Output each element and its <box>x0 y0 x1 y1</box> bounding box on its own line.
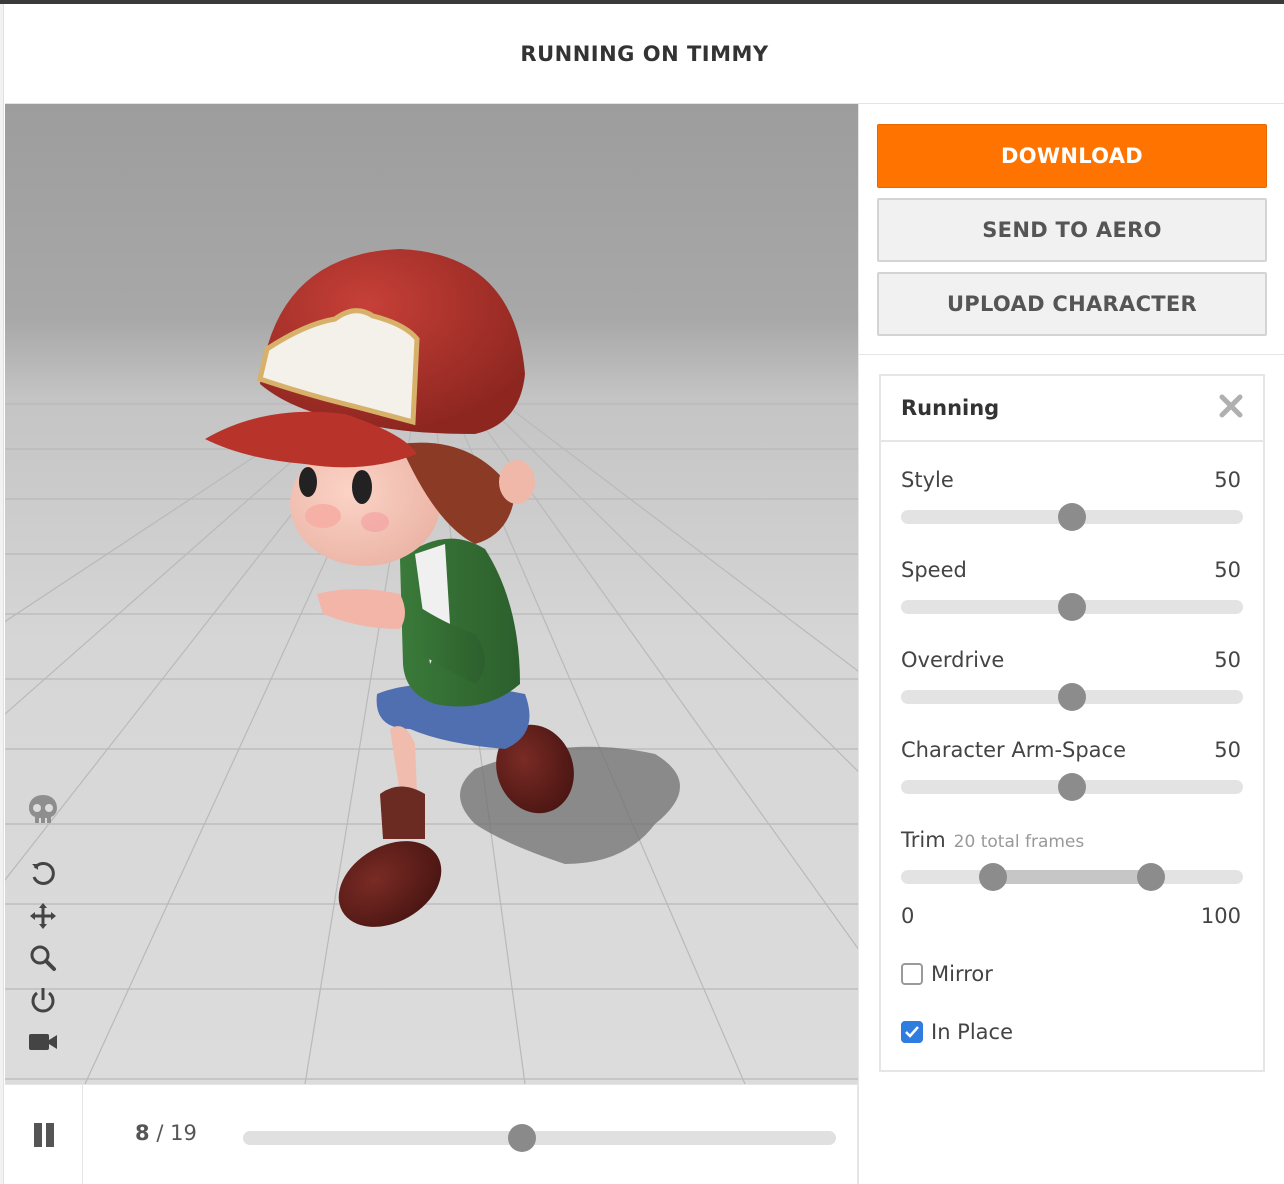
mirror-checkbox[interactable] <box>901 963 923 985</box>
overdrive-value: 50 <box>1214 648 1241 672</box>
frame-separator: / <box>156 1121 164 1145</box>
page-title: RUNNING ON TIMMY <box>520 41 769 66</box>
overdrive-slider-thumb[interactable] <box>1058 683 1086 711</box>
sidebar-divider <box>859 354 1284 355</box>
trim-max-label: 100 <box>1200 904 1241 928</box>
arm-space-slider-thumb[interactable] <box>1058 773 1086 801</box>
arm-space-slider[interactable] <box>901 773 1243 801</box>
scene-render <box>5 249 858 1084</box>
frame-counter: 8 / 19 <box>135 1121 197 1145</box>
page-header: RUNNING ON TIMMY <box>5 4 1284 104</box>
send-to-aero-button[interactable]: SEND TO AERO <box>877 198 1267 262</box>
speed-value: 50 <box>1214 558 1241 582</box>
trim-label-row: Trim 20 total frames <box>901 828 1084 852</box>
skeleton-icon[interactable] <box>25 792 61 828</box>
trim-start-thumb[interactable] <box>979 863 1008 891</box>
trim-label: Trim <box>901 828 946 852</box>
style-value: 50 <box>1214 468 1241 492</box>
speed-slider-thumb[interactable] <box>1058 593 1086 621</box>
upload-character-button[interactable]: UPLOAD CHARACTER <box>877 272 1267 336</box>
zoom-icon[interactable] <box>25 940 61 976</box>
power-icon[interactable] <box>25 982 61 1018</box>
pause-icon <box>33 1123 42 1147</box>
close-icon[interactable] <box>1217 392 1245 420</box>
trim-range-slider[interactable] <box>901 863 1243 891</box>
left-edge <box>0 4 4 1184</box>
sidebar: DOWNLOAD SEND TO AERO UPLOAD CHARACTER R… <box>858 104 1284 1184</box>
panel-title: Running <box>901 396 1000 420</box>
playback-controls: 8 / 19 <box>5 1084 858 1184</box>
pause-button[interactable] <box>5 1085 83 1184</box>
pan-icon[interactable] <box>25 898 61 934</box>
mirror-option[interactable]: Mirror <box>901 962 993 986</box>
style-label: Style <box>901 468 954 492</box>
in-place-option[interactable]: In Place <box>901 1020 1013 1044</box>
trim-min-label: 0 <box>901 904 915 928</box>
in-place-checkbox[interactable] <box>901 1021 923 1043</box>
3d-viewport[interactable] <box>5 104 858 1084</box>
speed-slider[interactable] <box>901 593 1243 621</box>
trim-range-fill <box>993 870 1151 884</box>
current-frame: 8 <box>135 1121 150 1145</box>
style-slider[interactable] <box>901 503 1243 531</box>
camera-icon[interactable] <box>25 1024 61 1060</box>
trim-total-frames: 20 total frames <box>953 832 1085 852</box>
overdrive-slider[interactable] <box>901 683 1243 711</box>
in-place-label: In Place <box>931 1020 1014 1044</box>
reset-rotate-icon[interactable] <box>25 856 61 892</box>
overdrive-label: Overdrive <box>901 648 1005 672</box>
checkmark-icon <box>905 1026 919 1038</box>
arm-space-value: 50 <box>1214 738 1241 762</box>
mirror-label: Mirror <box>931 962 993 986</box>
download-button[interactable]: DOWNLOAD <box>877 124 1267 188</box>
style-slider-thumb[interactable] <box>1058 503 1086 531</box>
total-frames: 19 <box>170 1121 197 1145</box>
panel-header: Running <box>881 376 1263 442</box>
timeline-thumb[interactable] <box>507 1124 536 1152</box>
speed-label: Speed <box>901 558 967 582</box>
animation-settings-panel: Running Style 50 Speed 50 Overdrive 50 C… <box>879 374 1265 1072</box>
trim-end-thumb[interactable] <box>1136 863 1165 891</box>
arm-space-label: Character Arm-Space <box>901 738 1127 762</box>
timeline-slider[interactable] <box>243 1124 836 1152</box>
